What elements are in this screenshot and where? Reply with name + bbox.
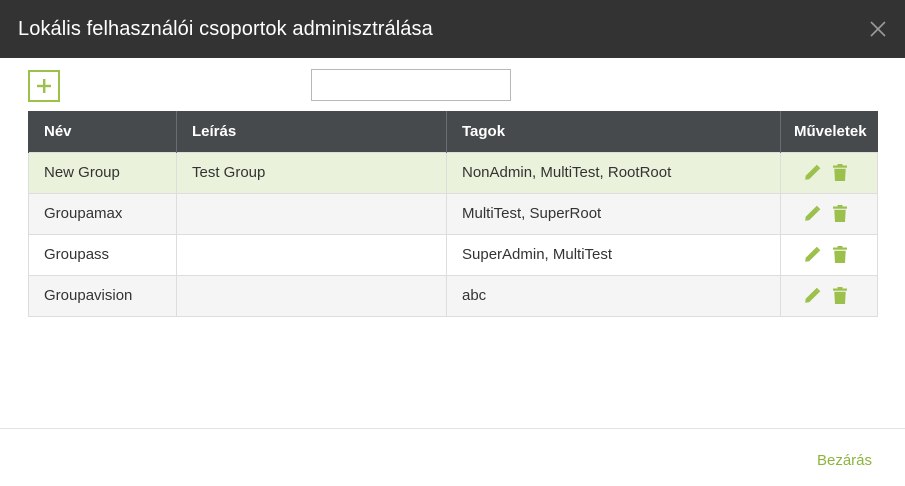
table-row[interactable]: Groupavision abc <box>28 274 878 317</box>
cell-members: abc <box>446 274 781 317</box>
cell-actions <box>780 151 878 194</box>
cell-name: New Group <box>28 151 177 194</box>
column-header-members[interactable]: Tagok <box>446 111 781 152</box>
cell-members: MultiTest, SuperRoot <box>446 192 781 235</box>
cell-actions <box>780 274 878 317</box>
search-input[interactable] <box>327 70 512 100</box>
table-row[interactable]: Groupass SuperAdmin, MultiTest <box>28 233 878 276</box>
toolbar <box>28 69 878 102</box>
cell-actions <box>780 233 878 276</box>
cell-name: Groupavision <box>28 274 177 317</box>
cell-name: Groupamax <box>28 192 177 235</box>
cell-description: Test Group <box>176 151 447 194</box>
edit-icon[interactable] <box>803 246 821 264</box>
search-box <box>311 69 512 101</box>
edit-icon[interactable] <box>803 164 821 182</box>
delete-icon[interactable] <box>833 205 847 223</box>
dialog-title: Lokális felhasználói csoportok adminiszt… <box>18 17 433 40</box>
table-header-row: Név Leírás Tagok Műveletek <box>28 111 878 152</box>
edit-icon[interactable] <box>803 205 821 223</box>
delete-icon[interactable] <box>833 287 847 305</box>
cell-members: NonAdmin, MultiTest, RootRoot <box>446 151 781 194</box>
column-header-description[interactable]: Leírás <box>176 111 447 152</box>
delete-icon[interactable] <box>833 246 847 264</box>
table-row[interactable]: Groupamax MultiTest, SuperRoot <box>28 192 878 235</box>
delete-icon[interactable] <box>833 164 847 182</box>
cell-description <box>176 192 447 235</box>
edit-icon[interactable] <box>803 287 821 305</box>
cell-members: SuperAdmin, MultiTest <box>446 233 781 276</box>
cell-description <box>176 274 447 317</box>
cell-actions <box>780 192 878 235</box>
close-button[interactable]: Bezárás <box>817 452 872 469</box>
table-row[interactable]: New Group Test Group NonAdmin, MultiTest… <box>28 151 878 194</box>
add-group-button[interactable] <box>28 70 60 102</box>
cell-description <box>176 233 447 276</box>
column-header-actions: Műveletek <box>780 111 878 152</box>
footer-divider <box>0 428 905 429</box>
dialog-header: Lokális felhasználói csoportok adminiszt… <box>0 0 905 58</box>
cell-name: Groupass <box>28 233 177 276</box>
column-header-name[interactable]: Név <box>28 111 177 152</box>
groups-table: Név Leírás Tagok Műveletek New Group Tes… <box>28 111 878 317</box>
close-icon[interactable] <box>869 20 887 38</box>
plus-icon <box>37 79 51 93</box>
